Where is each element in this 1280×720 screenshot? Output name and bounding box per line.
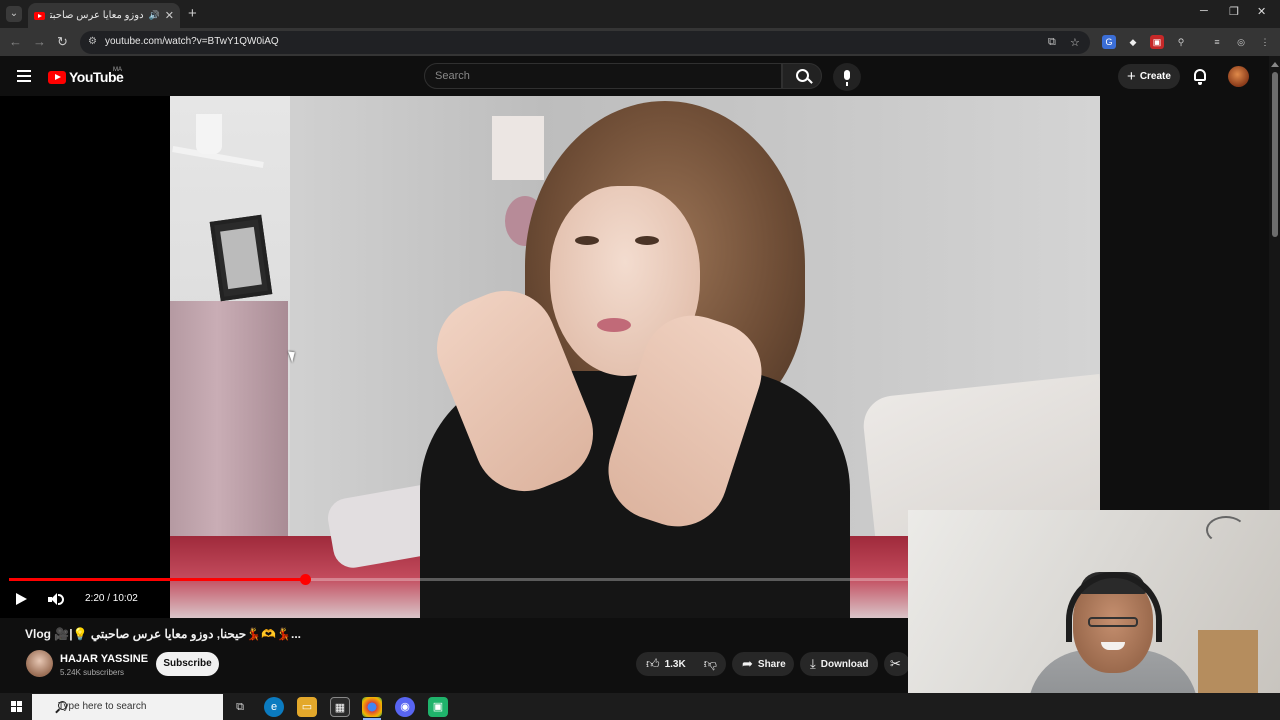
back-icon[interactable]: ←: [9, 34, 22, 49]
tab-title: دوزو معايا عرس صاحبتي🫶💃: [50, 10, 144, 21]
search-input[interactable]: Search: [424, 63, 782, 89]
create-label: Create: [1139, 71, 1171, 82]
cast-icon[interactable]: ⧉: [1048, 36, 1056, 49]
audio-icon[interactable]: 🔊: [149, 10, 160, 21]
clip-icon: ✂: [890, 656, 901, 671]
share-label: Share: [757, 658, 786, 670]
task-view-icon[interactable]: ⧉: [230, 697, 250, 717]
country-code: MA: [113, 67, 122, 73]
subscribe-button[interactable]: Subscribe: [156, 652, 219, 676]
like-icon[interactable]: 👍︎: [646, 656, 660, 672]
dislike-icon[interactable]: 👎︎: [704, 656, 717, 672]
tab-list-icon[interactable]: ⌄: [6, 6, 22, 22]
edge-icon[interactable]: e: [264, 697, 284, 717]
play-icon[interactable]: [16, 593, 27, 605]
media-controls-icon[interactable]: ≡: [1210, 35, 1224, 49]
tab-close-icon[interactable]: ✕: [165, 9, 174, 22]
chrome-icon[interactable]: [362, 697, 382, 717]
youtube-header: YouTube MA Search + Create: [0, 56, 1280, 96]
extension-diamond-icon[interactable]: ◆: [1126, 35, 1140, 49]
window-close-button[interactable]: ✕: [1257, 5, 1266, 18]
taskbar-search-input[interactable]: Type here to search: [32, 694, 223, 720]
progress-played: [9, 578, 306, 581]
extension-red-icon[interactable]: ▣: [1150, 35, 1164, 49]
channel-name[interactable]: HAJAR YASSINE: [60, 653, 148, 665]
youtube-logo-icon: [48, 70, 66, 84]
bell-icon[interactable]: [1194, 69, 1206, 85]
profile-icon[interactable]: ◎: [1234, 35, 1248, 49]
time-display: 2:20 / 10:02: [85, 593, 138, 604]
site-info-icon[interactable]: ⚙: [88, 36, 101, 49]
translate-extension-icon[interactable]: G: [1102, 35, 1116, 49]
browser-tab[interactable]: دوزو معايا عرس صاحبتي🫶💃 🔊 ✕: [28, 3, 180, 28]
plus-icon: +: [1127, 68, 1136, 85]
scrollbar-thumb[interactable]: [1272, 72, 1278, 237]
browser-tab-bar: ⌄ دوزو معايا عرس صاحبتي🫶💃 🔊 ✕ + ─ ❐ ✕: [0, 0, 1280, 28]
scroll-up-arrow-icon[interactable]: [1271, 62, 1279, 67]
extensions-icon[interactable]: ⚲: [1174, 35, 1188, 49]
mic-icon[interactable]: [833, 63, 861, 91]
windows-taskbar: Type here to search ⧉ e ▭ ▦ ◉ ▣: [0, 693, 1280, 720]
minimize-button[interactable]: ─: [1200, 5, 1208, 17]
subscriber-count: 5.24K subscribers: [60, 668, 125, 677]
share-button[interactable]: ➦ Share: [732, 652, 794, 676]
windows-start-icon[interactable]: [11, 701, 22, 712]
menu-icon[interactable]: [17, 70, 31, 82]
create-button[interactable]: + Create: [1118, 64, 1180, 89]
like-count[interactable]: 1.3K: [665, 659, 686, 670]
webcam-overlay: [908, 510, 1280, 720]
search-icon[interactable]: [782, 63, 822, 89]
channel-avatar[interactable]: [26, 650, 53, 677]
url-text: youtube.com/watch?v=BTwY1QW0iAQ: [105, 36, 279, 47]
browser-menu-icon[interactable]: ⋮: [1258, 35, 1272, 49]
address-bar[interactable]: ⚙ youtube.com/watch?v=BTwY1QW0iAQ ⧉ ☆: [80, 31, 1090, 54]
video-title: Vlog 🎥|💡 حيحنا, دوزو معايا عرس صاحبتي💃🫶💃…: [25, 627, 302, 641]
video-progress-bar[interactable]: [9, 574, 909, 585]
reload-icon[interactable]: ↻: [57, 34, 68, 50]
restore-button[interactable]: ❐: [1229, 5, 1239, 18]
browser-toolbar: ← → ↻ ⚙ youtube.com/watch?v=BTwY1QW0iAQ …: [0, 28, 1280, 56]
app-icon[interactable]: ▣: [428, 697, 448, 717]
like-dislike-group: 👍︎ 1.3K 👎︎: [636, 652, 726, 676]
clip-button[interactable]: ✂: [884, 652, 910, 676]
bookmark-star-icon[interactable]: ☆: [1070, 36, 1080, 49]
new-tab-button[interactable]: +: [188, 5, 197, 22]
discord-icon[interactable]: ◉: [395, 697, 415, 717]
file-explorer-icon[interactable]: ▭: [297, 697, 317, 717]
youtube-favicon: [34, 11, 45, 20]
taskbar-search-placeholder: Type here to search: [58, 701, 147, 712]
store-icon[interactable]: ▦: [330, 697, 350, 717]
search-placeholder: Search: [435, 70, 470, 82]
download-button[interactable]: ⤓ Download: [800, 652, 878, 676]
account-avatar[interactable]: [1228, 66, 1249, 87]
forward-icon[interactable]: →: [33, 34, 46, 49]
download-label: Download: [820, 658, 869, 670]
download-icon: ⤓: [810, 656, 816, 671]
share-icon: ➦: [742, 656, 753, 671]
